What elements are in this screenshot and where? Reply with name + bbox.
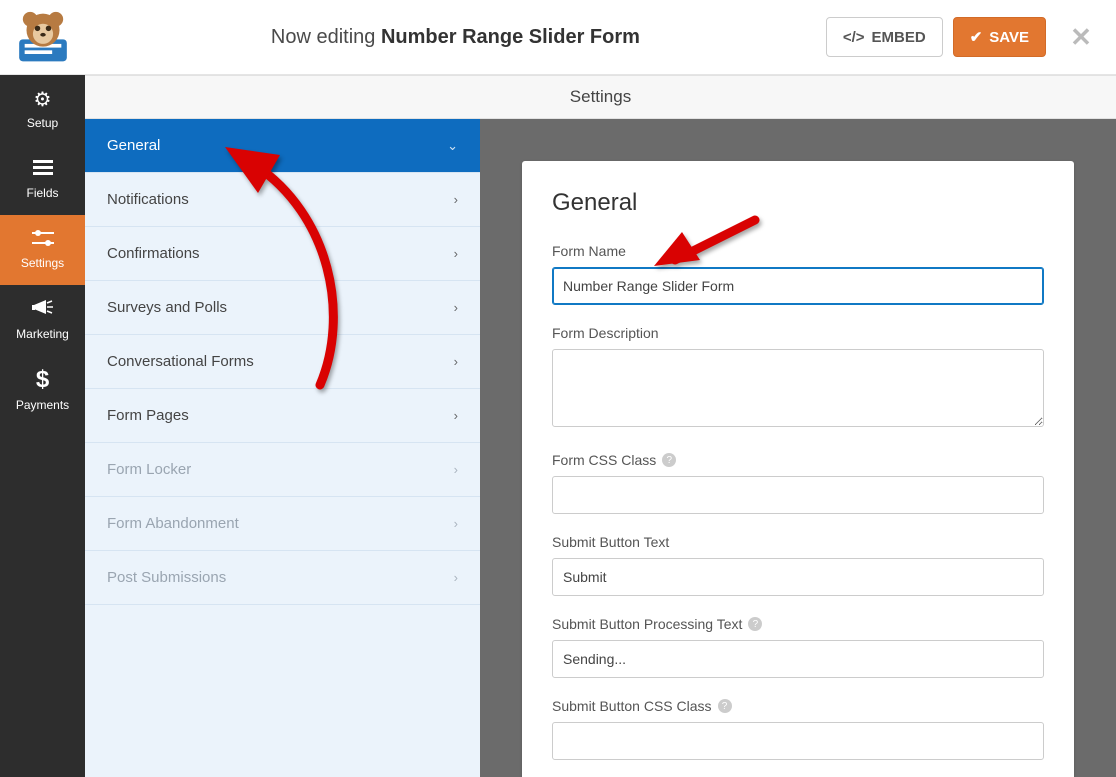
chevron-right-icon: › [454,300,458,315]
page-title: Settings [85,75,1116,119]
rail-item-fields[interactable]: Fields [0,145,85,215]
chevron-down-icon: ⌄ [447,138,458,154]
settings-item-confirmations[interactable]: Confirmations › [85,227,480,281]
save-button-label: SAVE [989,29,1029,46]
settings-item-conversational-forms[interactable]: Conversational Forms › [85,335,480,389]
list-icon [33,160,53,180]
settings-item-form-locker[interactable]: Form Locker › [85,443,480,497]
settings-item-label: Form Abandonment [107,515,239,532]
dollar-icon: $ [36,368,49,392]
form-css-class-input[interactable] [552,476,1044,514]
panel-heading: General [552,189,1044,217]
rail-item-payments[interactable]: $ Payments [0,355,85,425]
settings-item-label: Post Submissions [107,569,226,586]
code-icon: </> [843,29,865,46]
settings-item-general[interactable]: General ⌄ [85,119,480,173]
chevron-right-icon: › [454,408,458,423]
close-icon[interactable]: ✕ [1070,22,1092,53]
chevron-right-icon: › [454,462,458,477]
rail-label: Marketing [16,327,69,341]
form-description-label: Form Description [552,325,1044,341]
chevron-right-icon: › [454,570,458,585]
embed-button-label: EMBED [872,29,926,46]
save-button[interactable]: ✔ SAVE [953,17,1046,57]
form-css-class-label: Form CSS Class [552,452,656,468]
page-editing-title: Now editing Number Range Slider Form [85,26,826,49]
settings-item-label: Confirmations [107,245,200,262]
settings-menu: General ⌄ Notifications › Confirmations … [85,119,480,777]
app-logo [0,0,85,75]
page-title-text: Settings [570,87,631,107]
now-editing-prefix: Now editing [271,26,376,48]
settings-item-post-submissions[interactable]: Post Submissions › [85,551,480,605]
settings-item-label: General [107,137,160,154]
rail-item-setup[interactable]: ⚙ Setup [0,75,85,145]
settings-item-notifications[interactable]: Notifications › [85,173,480,227]
settings-item-label: Form Locker [107,461,191,478]
rail-label: Payments [16,398,69,412]
help-icon[interactable]: ? [748,617,762,631]
settings-item-form-pages[interactable]: Form Pages › [85,389,480,443]
top-bar: Now editing Number Range Slider Form </>… [0,0,1116,75]
editing-form-name: Number Range Slider Form [381,26,640,48]
check-icon: ✔ [970,28,983,46]
rail-label: Settings [21,256,64,270]
form-name-input[interactable] [552,267,1044,305]
submit-text-label: Submit Button Text [552,534,1044,550]
settings-item-label: Form Pages [107,407,189,424]
help-icon[interactable]: ? [718,699,732,713]
settings-item-label: Notifications [107,191,189,208]
chevron-right-icon: › [454,192,458,207]
submit-css-class-input[interactable] [552,722,1044,760]
settings-item-label: Surveys and Polls [107,299,227,316]
sidebar-rail: ⚙ Setup Fields Settings Marketing $ Paym… [0,75,85,777]
submit-processing-input[interactable] [552,640,1044,678]
help-icon[interactable]: ? [662,453,676,467]
megaphone-icon [32,299,54,321]
chevron-right-icon: › [454,354,458,369]
rail-label: Fields [26,186,58,200]
rail-item-settings[interactable]: Settings [0,215,85,285]
submit-css-class-label: Submit Button CSS Class [552,698,712,714]
settings-item-form-abandonment[interactable]: Form Abandonment › [85,497,480,551]
chevron-right-icon: › [454,516,458,531]
settings-item-surveys-polls[interactable]: Surveys and Polls › [85,281,480,335]
form-description-textarea[interactable] [552,349,1044,427]
sliders-icon [32,230,54,250]
chevron-right-icon: › [454,246,458,261]
settings-item-label: Conversational Forms [107,353,254,370]
embed-button[interactable]: </> EMBED [826,17,943,57]
rail-item-marketing[interactable]: Marketing [0,285,85,355]
submit-text-input[interactable] [552,558,1044,596]
gear-icon: ⚙ [34,90,52,110]
rail-label: Setup [27,116,58,130]
general-settings-panel: General Form Name Form Description Form … [522,161,1074,777]
form-name-label: Form Name [552,243,1044,259]
submit-processing-label: Submit Button Processing Text [552,616,742,632]
